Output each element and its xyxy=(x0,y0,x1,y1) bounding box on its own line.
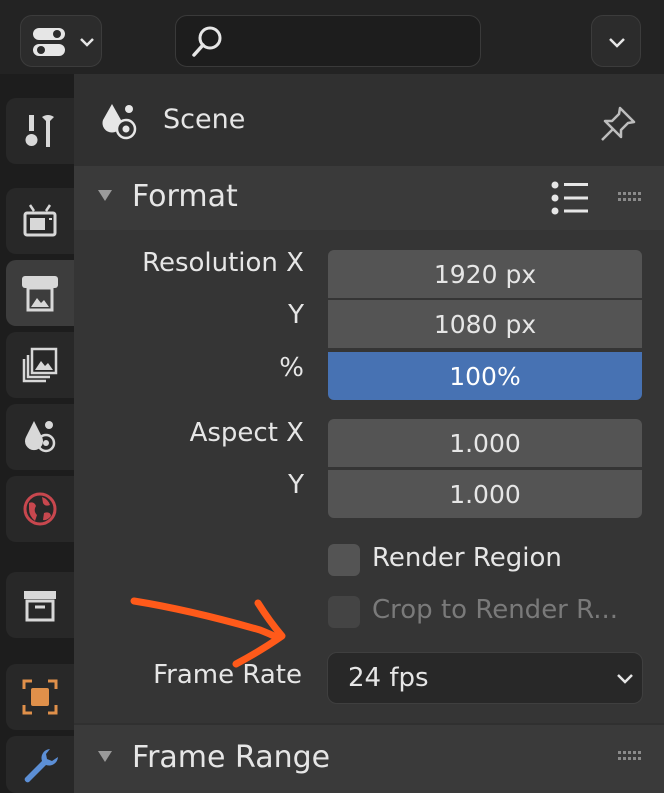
tab-collection[interactable] xyxy=(6,572,74,638)
aspect-x-label: Aspect X xyxy=(189,418,304,448)
world-icon xyxy=(20,489,60,529)
chevron-down-icon xyxy=(79,36,95,48)
resolution-percent-label: % xyxy=(279,353,304,383)
crop-to-render-region-checkbox xyxy=(328,596,360,628)
chevron-down-icon xyxy=(608,36,626,48)
section-title: Format xyxy=(132,179,238,214)
section-title: Frame Range xyxy=(132,740,331,775)
tab-world[interactable] xyxy=(6,476,74,542)
tab-scene[interactable] xyxy=(6,404,74,470)
format-section-header[interactable]: Format xyxy=(74,166,664,230)
search-field[interactable] xyxy=(175,15,481,67)
render-icon xyxy=(20,201,60,241)
output-icon xyxy=(19,272,61,314)
drag-grip-icon[interactable] xyxy=(618,192,644,204)
format-section-body: Resolution X 1920 px Y 1080 px % 100% As… xyxy=(74,230,664,723)
wrench-icon xyxy=(20,745,60,785)
collection-icon xyxy=(20,585,60,625)
frame-rate-value: 24 fps xyxy=(348,663,429,693)
scene-icon xyxy=(20,417,60,457)
render-region-label[interactable]: Render Region xyxy=(372,543,562,573)
context-header: Scene xyxy=(74,74,664,166)
tool-icon xyxy=(20,111,60,151)
editor-type-button[interactable] xyxy=(20,15,102,67)
frame-rate-label: Frame Rate xyxy=(153,660,302,690)
tab-view-layer[interactable] xyxy=(6,332,74,398)
crop-to-render-region-label: Crop to Render R... xyxy=(372,595,619,625)
properties-panel: Scene Format Resolution X 1920 px Y 1080… xyxy=(74,74,664,793)
properties-editor-icon xyxy=(31,26,71,58)
tab-modifiers[interactable] xyxy=(6,736,74,793)
aspect-y-label: Y xyxy=(288,470,304,500)
search-icon xyxy=(190,24,226,60)
options-dropdown-button[interactable] xyxy=(591,15,641,67)
tab-output[interactable] xyxy=(6,260,74,326)
scene-icon xyxy=(98,100,142,144)
presets-list-icon[interactable] xyxy=(550,180,590,216)
drag-grip-icon[interactable] xyxy=(618,751,644,763)
chevron-down-icon xyxy=(616,673,634,685)
collapse-triangle-icon xyxy=(98,751,112,762)
frame-rate-dropdown[interactable]: 24 fps xyxy=(327,652,643,704)
properties-tab-sidebar xyxy=(0,74,74,793)
tab-render[interactable] xyxy=(6,188,74,254)
view-layer-icon xyxy=(20,345,60,385)
object-icon xyxy=(20,677,60,717)
aspect-x-field[interactable]: 1.000 xyxy=(328,419,642,467)
resolution-x-field[interactable]: 1920 px xyxy=(328,250,642,298)
resolution-y-label: Y xyxy=(288,300,304,330)
resolution-y-field[interactable]: 1080 px xyxy=(328,300,642,348)
render-region-checkbox[interactable] xyxy=(328,544,360,576)
pin-icon[interactable] xyxy=(598,104,638,144)
tab-tool[interactable] xyxy=(6,98,74,164)
resolution-percent-slider[interactable]: 100% xyxy=(328,352,642,400)
frame-range-section-header[interactable]: Frame Range xyxy=(74,725,664,793)
top-bar xyxy=(0,0,664,74)
context-label: Scene xyxy=(163,104,246,135)
resolution-x-label: Resolution X xyxy=(142,248,304,278)
tab-object[interactable] xyxy=(6,664,74,730)
collapse-triangle-icon xyxy=(98,190,112,201)
aspect-y-field[interactable]: 1.000 xyxy=(328,470,642,518)
